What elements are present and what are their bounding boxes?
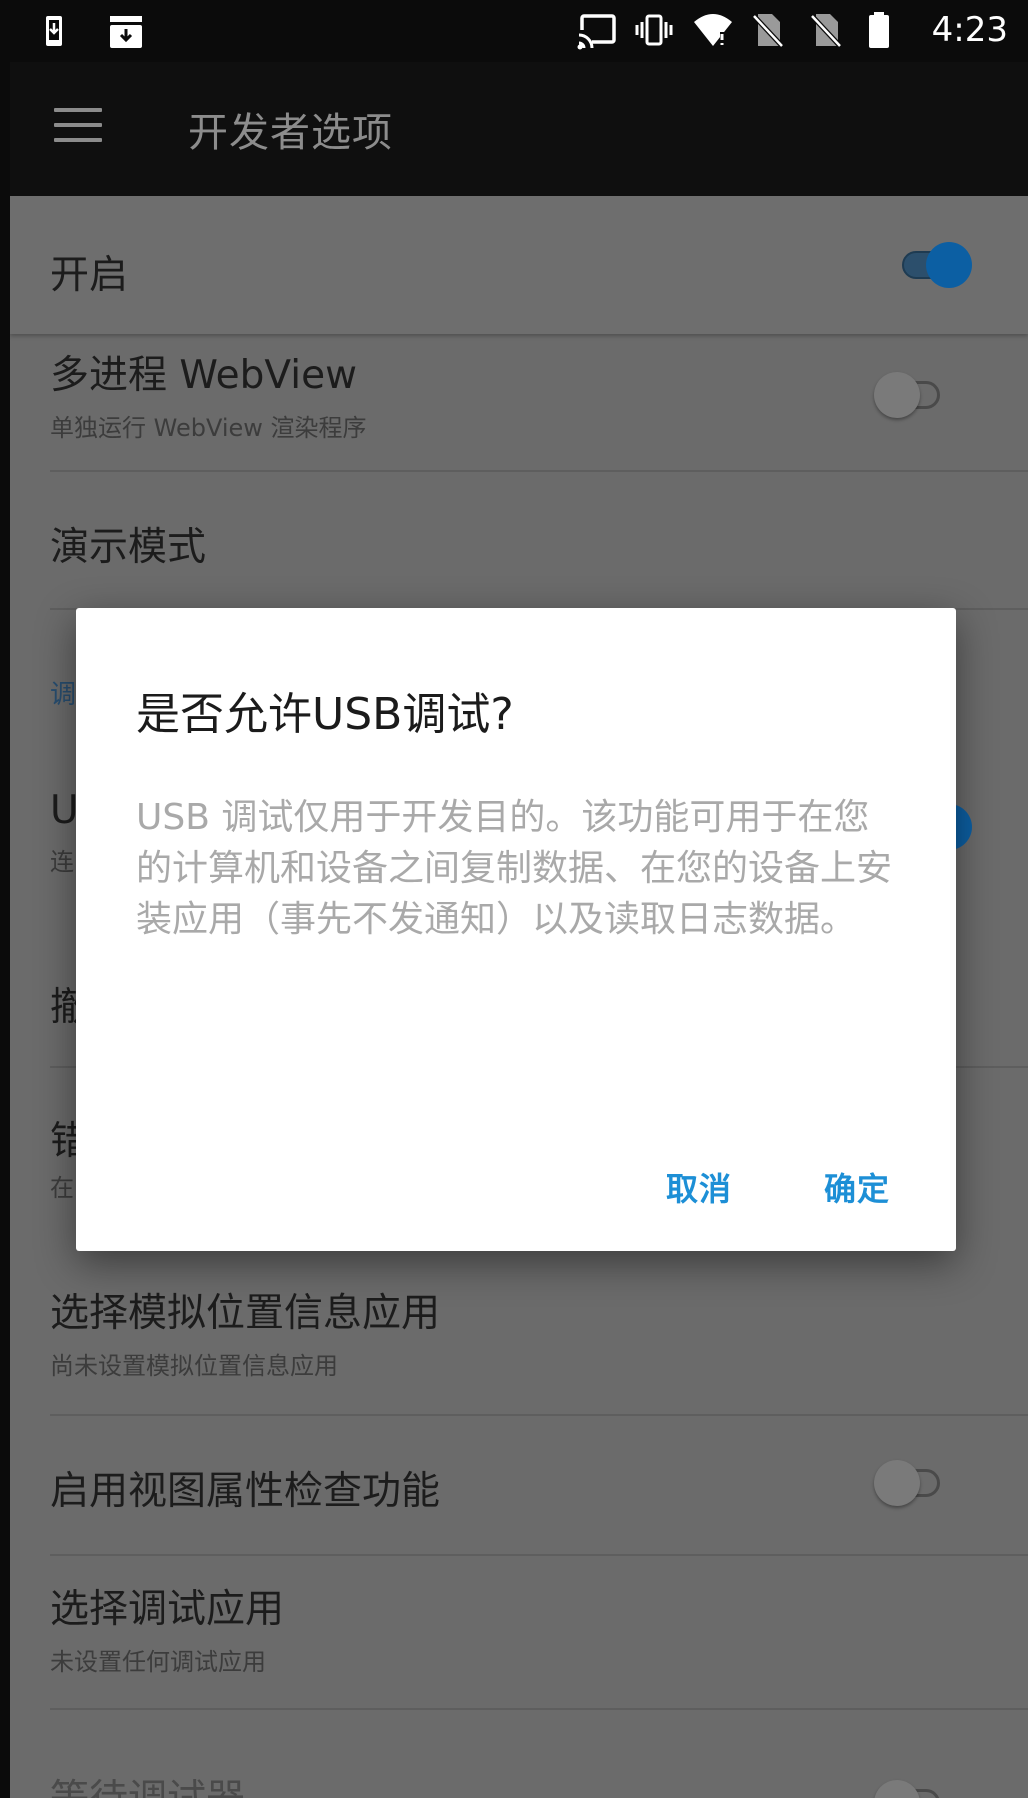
row-title: 等待调试器 (50, 1768, 245, 1798)
row-title: U (50, 788, 79, 833)
usb-debugging-dialog: 是否允许USB调试? USB 调试仅用于开发目的。该功能可用于在您的计算机和设备… (76, 608, 956, 1251)
storage-notification-icon (106, 12, 146, 52)
cancel-button[interactable]: 取消 (666, 1164, 732, 1210)
master-switch-label: 开启 (50, 253, 129, 298)
list-item[interactable]: 选择调试应用 未设置任何调试应用 (10, 1556, 1028, 1706)
vibrate-icon (634, 10, 674, 50)
row-title: 选择模拟位置信息应用 (50, 1291, 441, 1336)
wifi-icon (692, 10, 732, 50)
row-subtitle: 尚未设置模拟位置信息应用 (50, 1352, 338, 1380)
row-subtitle: 未设置任何调试应用 (50, 1648, 266, 1676)
list-item[interactable]: 等待调试器 (10, 1710, 1028, 1798)
row-title: 启用视图属性检查功能 (50, 1469, 441, 1514)
row-subtitle: 在 (50, 1174, 74, 1202)
row-subtitle: 连 (50, 848, 74, 876)
row-title: 选择调试应用 (50, 1587, 285, 1632)
no-sim-icon (808, 10, 848, 50)
row-title: 演示模式 (50, 525, 207, 570)
dialog-message: USB 调试仅用于开发目的。该功能可用于在您的计算机和设备之间复制数据、在您的设… (136, 797, 893, 940)
list-item[interactable]: 演示模式 (10, 472, 1028, 608)
list-item[interactable]: 启用视图属性检查功能 (10, 1416, 1028, 1554)
wait-for-debugger-toggle[interactable] (874, 1780, 946, 1798)
dialog-title: 是否允许USB调试? (136, 689, 514, 740)
view-attribute-inspection-toggle[interactable] (874, 1460, 946, 1506)
row-title: 多进程 WebView (50, 353, 357, 398)
list-item[interactable]: 选择模拟位置信息应用 尚未设置模拟位置信息应用 (10, 1262, 1028, 1410)
battery-icon (866, 10, 906, 50)
toolbar: 开发者选项 (10, 62, 1028, 196)
screen: 4:23 开发者选项 开启 多进程 WebView 单独运行 WebView 渲… (0, 0, 1028, 1798)
download-notification-icon (40, 12, 80, 52)
master-switch-toggle[interactable] (896, 242, 972, 288)
master-switch-row[interactable]: 开启 (10, 196, 1028, 334)
status-bar: 4:23 (0, 0, 1028, 62)
section-label-debugging: 调 (50, 680, 77, 710)
list-item[interactable]: 多进程 WebView 单独运行 WebView 渲染程序 (10, 334, 1028, 468)
multiprocess-webview-toggle[interactable] (874, 372, 946, 418)
cast-icon (575, 10, 616, 50)
row-subtitle: 单独运行 WebView 渲染程序 (50, 414, 367, 442)
page-title: 开发者选项 (188, 110, 393, 156)
confirm-button[interactable]: 确定 (824, 1164, 890, 1210)
status-time: 4:23 (931, 10, 1008, 50)
hamburger-menu-icon[interactable] (54, 108, 102, 144)
no-sim-icon (750, 10, 790, 50)
